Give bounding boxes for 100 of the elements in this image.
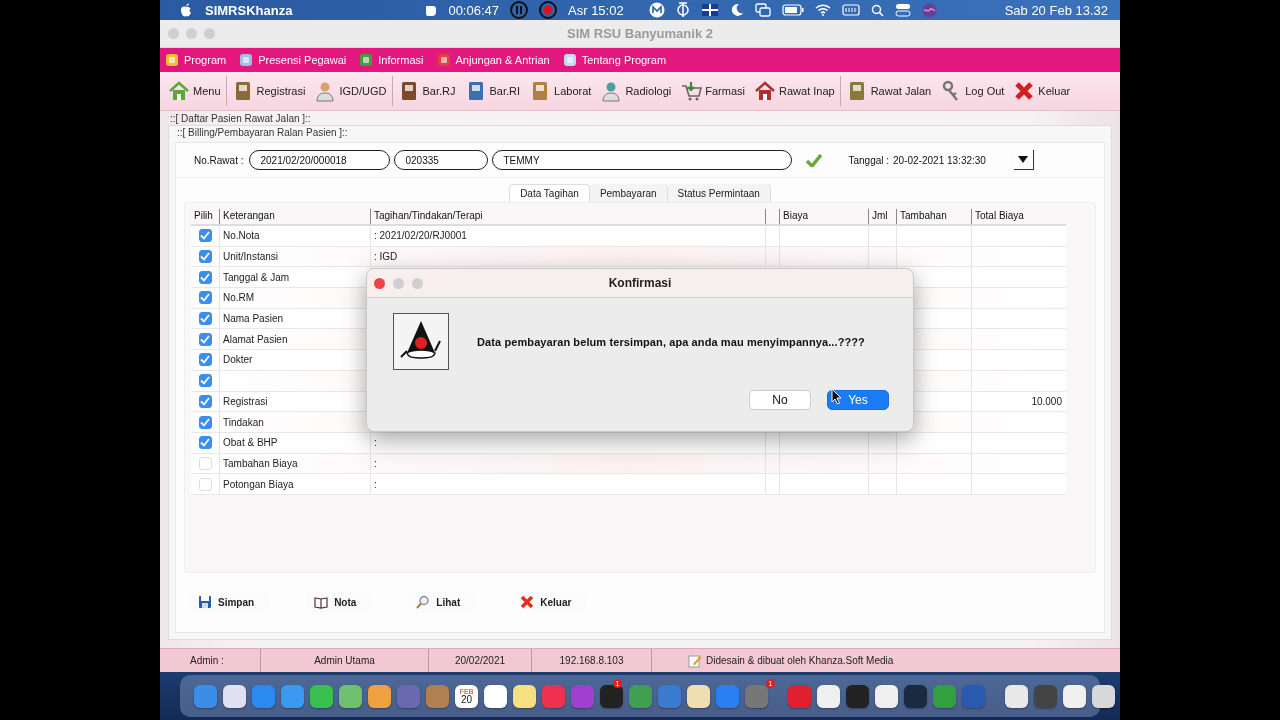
toolbar-button[interactable]: IGD/UGD [310,75,391,107]
keyboard-icon[interactable] [841,4,860,16]
checkbox[interactable] [198,312,212,326]
checkbox[interactable] [198,374,212,388]
app-icon[interactable] [1063,684,1086,708]
prayer-time[interactable]: Asr 15:02 [568,2,624,18]
app-icon[interactable] [875,684,898,708]
table-cell: No.RM [223,292,255,304]
checkbox[interactable] [198,250,212,264]
tile-icon [561,52,578,68]
column-header[interactable]: Pilih [191,209,219,224]
table-cell: Obat & BHP [223,437,278,449]
checkbox[interactable] [198,291,212,305]
tile-icon [435,52,452,68]
menu-item[interactable]: Presensi Pegawai [238,52,355,68]
wifi-icon[interactable] [814,4,831,16]
table-cell: Registrasi [223,395,268,407]
battery-icon[interactable] [781,4,804,16]
menu-item[interactable]: Program [164,52,235,68]
checkbox[interactable] [198,436,212,450]
house-icon [754,80,776,102]
phi-icon[interactable] [675,2,690,18]
dialog-button[interactable]: No [749,390,811,410]
checkbox[interactable] [198,332,212,346]
tab[interactable]: Pembayaran [589,184,668,202]
circle-m-icon[interactable] [648,2,665,18]
apple-icon[interactable] [180,3,192,17]
close-button[interactable] [374,277,385,289]
tab[interactable]: Data Tagihan [509,184,590,202]
table-cell: : [374,478,377,490]
pause-icon[interactable] [510,1,528,19]
column-header[interactable]: Total Biaya [971,209,1066,224]
table-cell: Tanggal & Jam [223,271,290,283]
toolbar-button[interactable]: Keluar [1009,75,1075,107]
column-header[interactable]: Jml [868,209,896,224]
frame-title: ::[ Daftar Pasien Rawat Jalan ]:: [170,113,312,124]
table-cell: Tambahan Biaya [223,457,298,469]
panel-title: ::[ Billing/Pembayaran Ralan Pasien ]:: [176,126,349,138]
dialog-button[interactable]: Yes [827,390,889,410]
moon-icon[interactable] [729,3,744,17]
control-center-icon[interactable] [894,3,911,17]
toolbar-button[interactable]: Registrasi [227,75,310,107]
table-cell: Tindakan [223,416,264,428]
column-header[interactable]: Biaya [779,209,868,224]
toolbar-button[interactable]: Bar.RI [460,75,525,107]
no-rm-field[interactable]: 020335 [394,150,489,170]
checkbox[interactable] [198,415,212,429]
toolbar-button[interactable]: Log Out [936,75,1009,107]
tab[interactable]: Status Permintaan [667,184,771,202]
cursor-icon [831,388,842,405]
patient-name-field[interactable]: TEMMY [492,150,793,170]
menu-clock[interactable]: Sab 20 Feb 13.32 [1004,2,1108,18]
toolbar-button[interactable]: Radiologi [596,75,676,107]
dialog-message: Data pembayaran belum tersimpan, apa anda mau menyimpannya...???? [477,335,865,348]
mascot-icon [393,313,449,370]
app-icon[interactable] [513,684,536,708]
no-rawat-field[interactable]: 2021/02/20/000018 [249,150,391,170]
app-icon[interactable] [687,684,710,708]
menu-item[interactable]: Tentang Program [561,52,675,68]
app-icon[interactable] [1092,684,1115,708]
table-cell: 10.000 [1031,395,1062,407]
toolbar-button[interactable]: Menu [164,75,225,107]
toolbar-button[interactable]: Farmasi [676,75,749,107]
table-cell: Dokter [223,354,253,366]
checkbox[interactable] [198,353,212,367]
app-name[interactable]: SIMRSKhanza [205,2,293,18]
close-icon [1013,80,1036,102]
table-cell: : 2021/02/20/RJ0001 [374,230,467,242]
search-icon[interactable] [870,3,884,17]
checkbox[interactable] [198,270,212,284]
check-icon [806,153,823,167]
column-header[interactable]: Tagihan/Tindakan/Terapi [370,209,765,224]
flag-icon[interactable] [700,2,719,18]
app-icon[interactable] [600,684,623,708]
field-label: No.Rawat : [194,154,244,166]
table-cell: : IGD [374,251,398,263]
close-icon [520,595,535,609]
person-icon [600,80,623,102]
app-icon[interactable] [817,684,840,708]
checkbox[interactable] [198,229,212,243]
menu-item[interactable]: Informasi [358,52,432,68]
app-icon[interactable] [484,684,507,708]
siri-icon[interactable] [921,2,937,18]
toolbar-button[interactable]: Bar.RJ [393,75,460,107]
toolbar-button[interactable]: Rawat Inap [750,75,839,107]
menu-item[interactable]: Anjungan & Antrian [435,52,558,68]
checkbox[interactable] [198,394,212,408]
window-title: SIM RSU Banyumanik 2 [567,26,713,41]
windows-icon[interactable] [754,3,771,17]
toolbar-button[interactable]: Rawat Jalan [841,75,936,107]
field-label: Tanggal : [848,154,890,166]
app-icon[interactable] [1005,684,1028,708]
record-icon[interactable] [539,1,557,19]
app-icon[interactable] [223,684,246,708]
column-header[interactable]: Keterangan [219,209,370,224]
book-icon [314,595,329,609]
toolbar-button[interactable]: Laborat [525,75,596,107]
column-header[interactable]: Tambahan [896,209,971,224]
tile-icon [358,52,375,68]
cart-icon [680,80,703,102]
